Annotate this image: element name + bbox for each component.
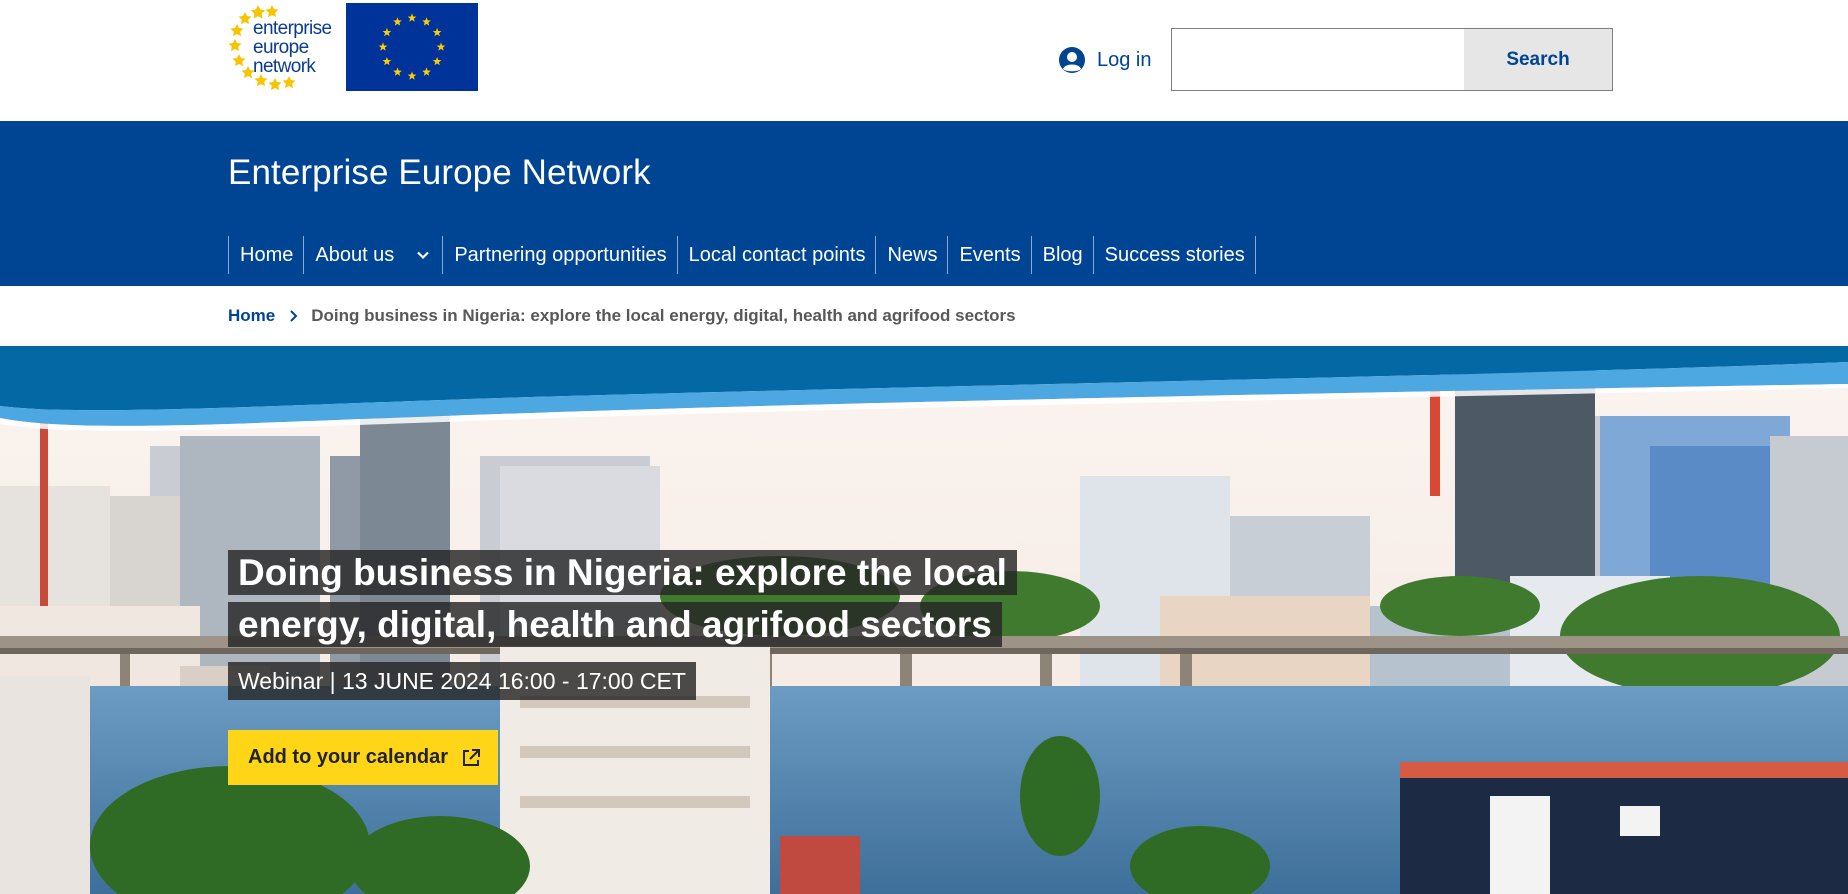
nav-item-label: About us [315,243,395,266]
site-band: Enterprise Europe Network Home About us … [0,121,1848,286]
add-to-calendar-label: Add to your calendar [248,746,449,768]
een-logo-line: enterprise [253,18,332,39]
een-logo[interactable]: enterprise europe network [228,2,338,92]
event-meta: Webinar | 13 JUNE 2024 16:00 - 17:00 CET [228,662,696,700]
een-logo-line: europe [253,37,309,58]
search-input[interactable] [1172,29,1464,90]
event-title-line: energy, digital, health and agrifood sec… [228,602,1002,647]
chevron-down-icon[interactable] [416,248,430,262]
eu-star-icon [436,42,446,51]
breadcrumb-current: Doing business in Nigeria: explore the l… [311,306,1016,325]
eu-star-icon [407,71,417,80]
eu-star-icon [422,17,431,26]
page: enterprise europe network Log in Search … [0,0,1848,894]
nav-item-label: Partnering opportunities [454,243,667,266]
eu-star-icon [378,42,388,51]
eu-star-icon [407,13,417,22]
nav-item-label: Events [959,243,1021,266]
nav-item-label: Home [240,243,294,266]
nav-item-local-contact-points[interactable]: Local contact points [676,236,876,274]
eu-star-icon [393,67,402,76]
eu-star-icon [432,56,442,66]
eu-star-icon [432,27,442,37]
login-link[interactable]: Log in [1058,44,1152,76]
breadcrumb-home-link[interactable]: Home [228,306,275,326]
eu-star-icon [382,56,392,66]
een-logo-text: enterprise europe network [253,19,332,76]
search-form: Search [1171,28,1613,91]
site-header: enterprise europe network Log in Search [0,0,1848,121]
nav-item-events[interactable]: Events [947,236,1030,274]
eu-star-icon [393,17,402,26]
external-link-icon [463,748,481,766]
eu-star-icon [422,67,431,76]
een-logo-line: network [253,56,316,77]
main-nav: Home About us Partnering opportunities L… [228,236,1256,274]
site-name[interactable]: Enterprise Europe Network [228,153,651,193]
event-title-heading: Doing business in Nigeria: explore the l… [228,547,1078,651]
eu-star-icon [382,27,392,37]
event-title-line: Doing business in Nigeria: explore the l… [228,550,1017,595]
chevron-right-icon [290,310,298,322]
event-title: Doing business in Nigeria: explore the l… [228,547,1078,651]
breadcrumb: Home Doing business in Nigeria: explore … [228,306,1016,326]
nav-item-partnering-opportunities[interactable]: Partnering opportunities [442,236,676,274]
nav-item-label: Local contact points [688,243,866,266]
nav-item-success-stories[interactable]: Success stories [1092,236,1256,274]
event-hero: Doing business in Nigeria: explore the l… [0,346,1848,894]
login-label: Log in [1097,48,1152,71]
add-to-calendar-button[interactable]: Add to your calendar [228,730,498,785]
search-button[interactable]: Search [1464,29,1612,90]
user-circle-icon [1059,47,1085,73]
nav-item-about-us[interactable]: About us [303,236,442,274]
nav-item-home[interactable]: Home [228,236,303,274]
eu-stars-icon [378,13,446,80]
nav-item-label: News [887,243,938,266]
nav-item-label: Blog [1042,243,1083,266]
nav-item-label: Success stories [1104,243,1245,266]
eu-flag-logo[interactable] [346,3,478,91]
nav-item-news[interactable]: News [875,236,947,274]
nav-item-blog[interactable]: Blog [1030,236,1093,274]
